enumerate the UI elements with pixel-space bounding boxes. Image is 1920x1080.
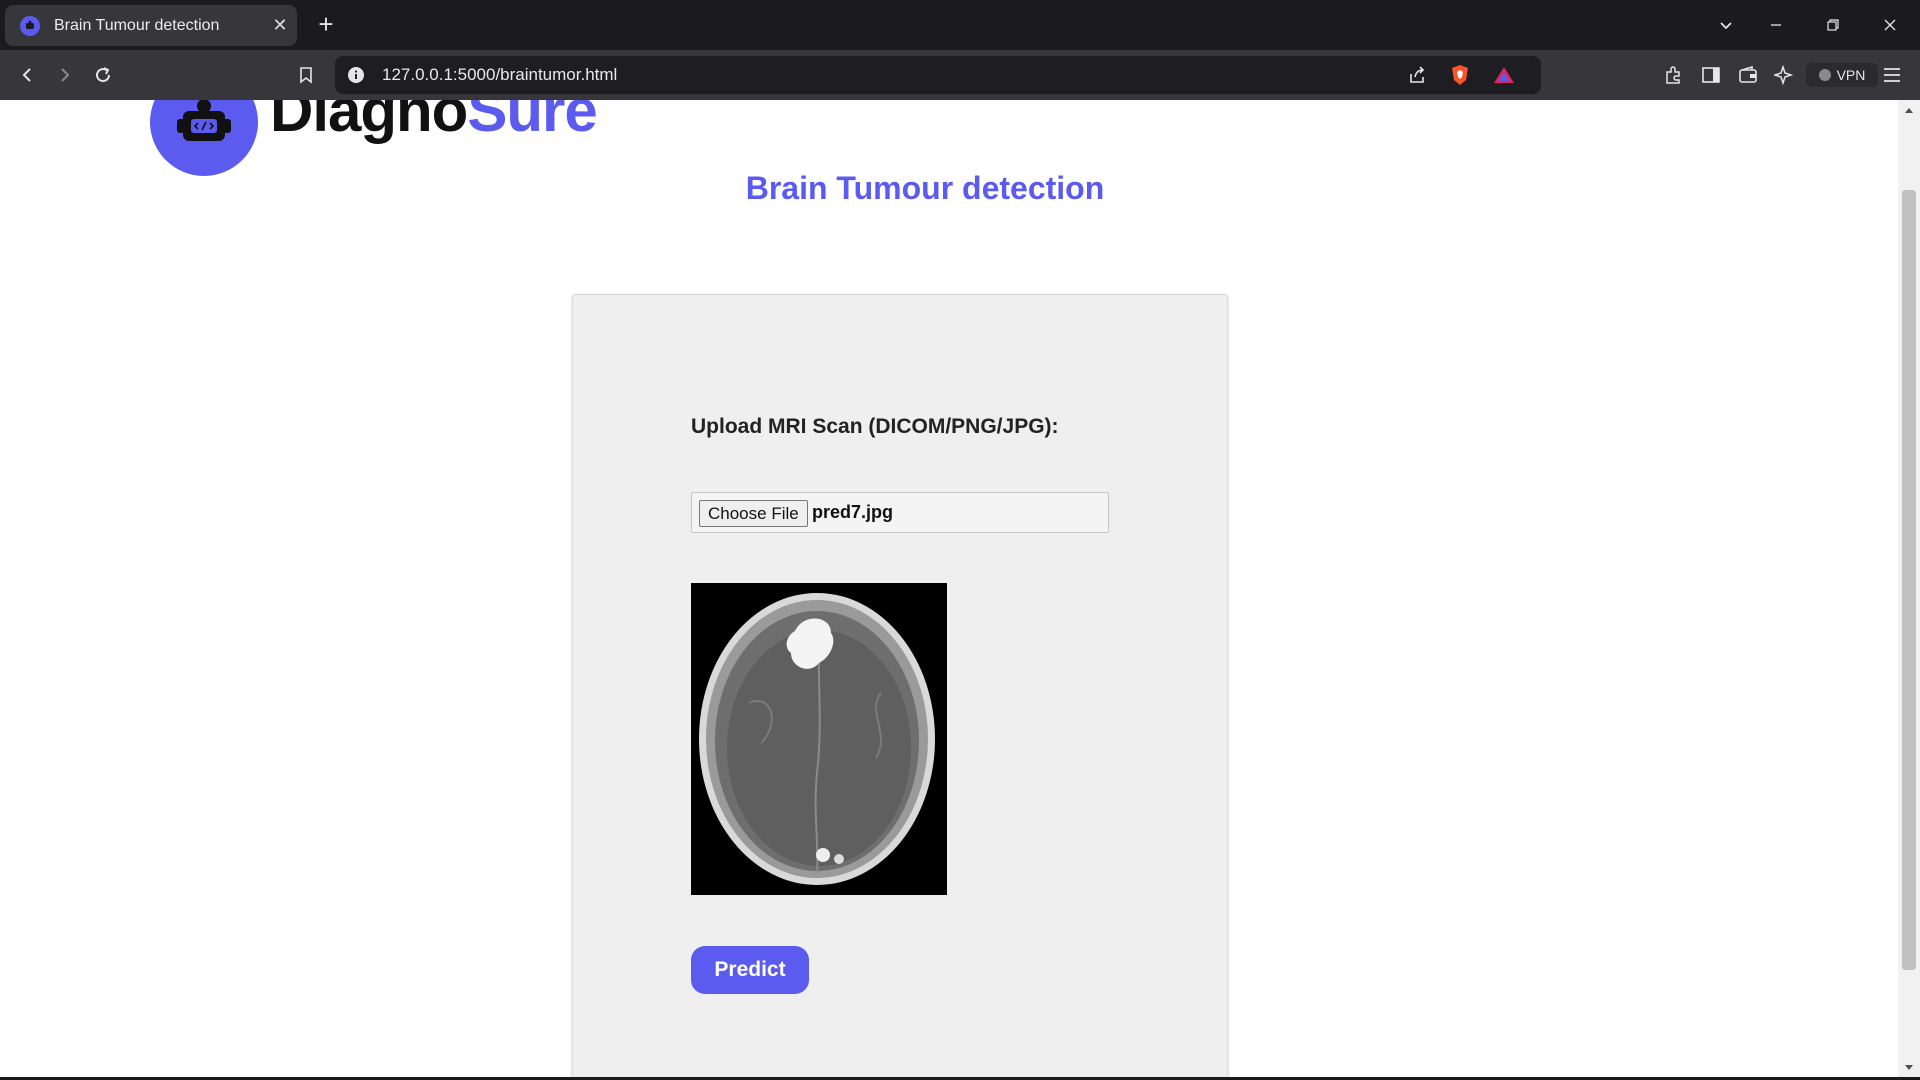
leo-ai-icon[interactable] [1770, 61, 1798, 89]
new-tab-button[interactable]: + [311, 10, 341, 40]
extensions-icon[interactable] [1659, 61, 1687, 89]
page-scrollbar[interactable] [1898, 100, 1920, 1080]
sidebar-icon[interactable] [1697, 61, 1725, 89]
file-input[interactable]: Choose File pred7.jpg [691, 492, 1109, 533]
tab-close-icon[interactable]: ✕ [263, 15, 297, 36]
url-text[interactable]: 127.0.0.1:5000/braintumor.html [382, 65, 617, 85]
choose-file-button[interactable]: Choose File [699, 500, 808, 527]
predict-button[interactable]: Predict [691, 946, 809, 994]
scroll-up-icon[interactable] [1904, 106, 1914, 114]
scroll-thumb[interactable] [1902, 190, 1916, 970]
browser-tab-bar: Brain Tumour detection ✕ + [0, 0, 1920, 50]
upload-card: Upload MRI Scan (DICOM/PNG/JPG): Choose … [572, 294, 1228, 1080]
brand-logo-text: DiagnoSure [270, 100, 598, 145]
tab-list-chevron-icon[interactable] [1706, 8, 1746, 42]
brave-rewards-icon[interactable] [1493, 66, 1515, 89]
site-info-icon[interactable] [347, 66, 365, 89]
brand-text-part2: Sure [467, 100, 597, 144]
brave-shields-icon[interactable] [1450, 64, 1470, 91]
address-bar[interactable]: 127.0.0.1:5000/braintumor.html [335, 56, 1541, 94]
reload-icon[interactable] [89, 61, 117, 89]
page-viewport: DiagnoSure Brain Tumour detection Upload… [0, 100, 1920, 1080]
menu-icon[interactable] [1878, 61, 1906, 89]
close-window-icon[interactable] [1870, 8, 1910, 42]
selected-file-name: pred7.jpg [812, 502, 894, 522]
minimize-icon[interactable] [1756, 8, 1796, 42]
vpn-button[interactable]: VPN [1806, 63, 1878, 87]
vpn-label: VPN [1836, 67, 1866, 83]
tab-favicon-icon [20, 15, 40, 36]
scroll-down-icon[interactable] [1904, 1064, 1914, 1072]
tab-title: Brain Tumour detection [54, 16, 220, 34]
browser-tab[interactable]: Brain Tumour detection ✕ [5, 5, 297, 46]
upload-label: Upload MRI Scan (DICOM/PNG/JPG): [691, 415, 1059, 438]
wallet-icon[interactable] [1734, 61, 1762, 89]
back-icon[interactable] [13, 61, 41, 89]
page-title: Brain Tumour detection [745, 170, 1105, 206]
forward-icon[interactable] [51, 61, 79, 89]
restore-icon[interactable] [1813, 8, 1853, 42]
logo-icon [150, 100, 258, 176]
mri-preview-image [691, 583, 947, 895]
vpn-status-icon [1818, 69, 1831, 81]
brand-text-part1: Diagno [270, 100, 468, 144]
bookmark-icon[interactable] [292, 61, 320, 89]
share-icon[interactable] [1407, 65, 1427, 90]
